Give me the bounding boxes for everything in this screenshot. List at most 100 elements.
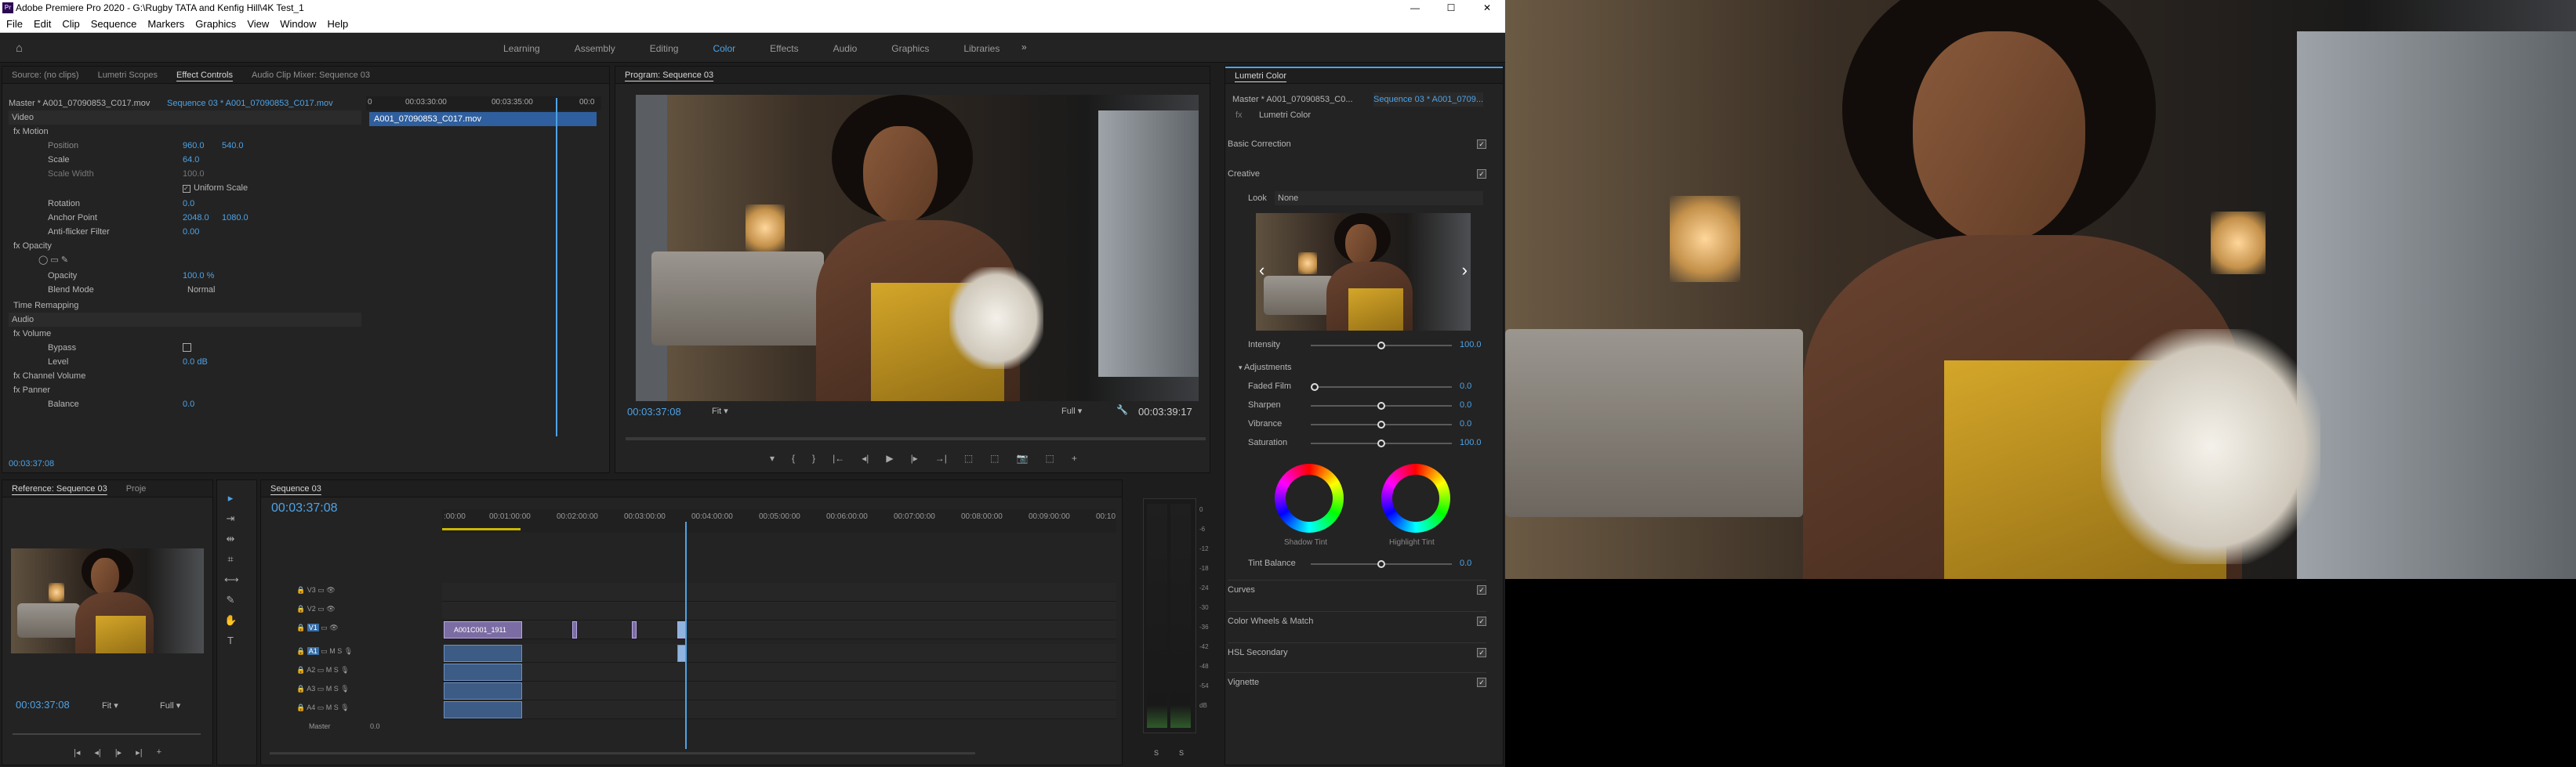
adjustment-value[interactable]: 0.0 (1460, 417, 1471, 431)
track-header-v3[interactable]: 🔒 V3 ▭ 👁 (296, 586, 336, 595)
reference-fit-select[interactable]: Fit ▾ (102, 700, 118, 711)
selection-tool-icon[interactable]: ▸ (224, 492, 237, 505)
shadow-tint-wheel[interactable] (1275, 464, 1344, 533)
reference-go-to-in-button[interactable]: |◂ (74, 747, 80, 758)
scale-value[interactable]: 64.0 (183, 153, 199, 167)
play-button[interactable]: ▶ (886, 453, 893, 464)
look-select[interactable]: None (1275, 191, 1483, 205)
maximize-button[interactable]: ☐ (1433, 0, 1469, 16)
curves-checkbox[interactable]: ✓ (1477, 585, 1486, 595)
section-vignette[interactable]: Vignette ✓ (1228, 672, 1486, 691)
timeline-video-clip-small[interactable] (572, 621, 577, 639)
razor-tool-icon[interactable]: ⌗ (224, 553, 237, 566)
menu-markers[interactable]: Markers (147, 18, 184, 30)
workspace-learning[interactable]: Learning (486, 43, 557, 54)
ripple-edit-tool-icon[interactable]: ⇹ (224, 533, 237, 545)
program-fit-select[interactable]: Fit ▾ (712, 406, 728, 416)
add-marker-button[interactable]: ▾ (770, 453, 775, 464)
timeline-video-clip[interactable]: A001C001_1911 (444, 621, 522, 639)
intensity-value[interactable]: 100.0 (1460, 338, 1482, 352)
intensity-slider-knob[interactable] (1377, 342, 1385, 349)
timeline-audio-clip[interactable] (444, 645, 522, 662)
balance-value[interactable]: 0.0 (183, 397, 194, 411)
menu-file[interactable]: File (6, 18, 23, 30)
position-x-value[interactable]: 960.0 (183, 139, 205, 153)
track-a3[interactable] (442, 682, 1116, 700)
tab-effect-controls[interactable]: Effect Controls (167, 71, 242, 80)
effect-time-remapping[interactable]: Time Remapping (13, 298, 78, 313)
anchor-x-value[interactable]: 2048.0 (183, 211, 209, 225)
tab-program-sequence[interactable]: Program: Sequence 03 (615, 71, 723, 80)
adjustment-slider[interactable] (1311, 440, 1452, 447)
section-color-wheels[interactable]: Color Wheels & Match ✓ (1228, 611, 1486, 630)
blend-mode-select[interactable]: Normal (187, 283, 289, 297)
reference-timecode[interactable]: 00:03:37:08 (16, 699, 70, 711)
menu-window[interactable]: Window (280, 18, 316, 30)
track-v3[interactable] (442, 583, 1116, 602)
tab-lumetri-color[interactable]: Lumetri Color (1225, 71, 1296, 81)
section-basic-correction[interactable]: Basic Correction ✓ (1228, 135, 1486, 154)
uniform-scale-checkbox[interactable]: ✓ Uniform Scale (183, 181, 248, 195)
effect-controls-timecode[interactable]: 00:03:37:08 (9, 457, 54, 471)
menu-graphics[interactable]: Graphics (195, 18, 236, 30)
slip-tool-icon[interactable]: ⟷ (224, 573, 239, 586)
mask-tools[interactable]: ◯ ▭ ✎ (38, 253, 68, 267)
menu-view[interactable]: View (247, 18, 269, 30)
wrench-icon[interactable]: 🔧 (1116, 404, 1128, 415)
tab-timeline-sequence[interactable]: Sequence 03 (261, 484, 331, 494)
mark-in-button[interactable]: { (792, 453, 795, 464)
step-back-button[interactable]: ◂| (862, 453, 869, 464)
bypass-checkbox[interactable] (183, 343, 191, 352)
track-header-a2[interactable]: 🔒 A2 ▭ M S 🎙 (296, 666, 350, 675)
step-forward-button[interactable]: |▸ (911, 453, 918, 464)
opacity-value[interactable]: 100.0 % (183, 269, 214, 283)
highlight-tint-wheel[interactable] (1381, 464, 1450, 533)
tab-source[interactable]: Source: (no clips) (2, 71, 89, 80)
timeline-timecode[interactable]: 00:03:37:08 (271, 501, 338, 516)
menu-sequence[interactable]: Sequence (91, 18, 137, 30)
tint-balance-value[interactable]: 0.0 (1460, 556, 1471, 570)
more-workspaces-icon[interactable]: » (1021, 42, 1027, 52)
position-y-value[interactable]: 540.0 (222, 139, 244, 153)
timeline-audio-clip[interactable] (444, 664, 522, 681)
meter-solo-left[interactable]: S (1154, 749, 1159, 757)
adjustment-slider-knob[interactable] (1311, 383, 1319, 391)
effect-motion[interactable]: fx Motion (13, 125, 49, 139)
track-a4[interactable] (442, 700, 1116, 719)
workspace-editing[interactable]: Editing (633, 43, 696, 54)
lumetri-sequence-label[interactable]: Sequence 03 * A001_0709... (1373, 92, 1484, 107)
effect-controls-clip-bar[interactable]: A001_07090853_C017.mov (369, 112, 597, 126)
tab-reference[interactable]: Reference: Sequence 03 (2, 484, 117, 494)
track-header-a4[interactable]: 🔒 A4 ▭ M S 🎙 (296, 704, 350, 712)
adjustment-slider-knob[interactable] (1377, 402, 1385, 410)
look-preview-thumbnail[interactable]: › ‹ (1256, 213, 1471, 331)
color-wheels-checkbox[interactable]: ✓ (1477, 617, 1486, 626)
master-track-value[interactable]: 0.0 (370, 722, 380, 730)
lift-button[interactable]: ⬚ (964, 453, 973, 464)
tab-lumetri-scopes[interactable]: Lumetri Scopes (89, 71, 167, 80)
meter-solo-right[interactable]: S (1179, 749, 1184, 757)
timeline-audio-clip[interactable] (444, 701, 522, 718)
next-look-icon[interactable]: › (1462, 260, 1468, 280)
reference-scrubber[interactable] (13, 733, 201, 735)
workspace-assembly[interactable]: Assembly (557, 43, 633, 54)
lumetri-effect-select[interactable]: Lumetri Color (1259, 108, 1455, 122)
effect-channel-volume[interactable]: fx Channel Volume (13, 369, 85, 383)
sequence-clip-selector[interactable]: Sequence 03 * A001_07090853_C017.mov (167, 96, 333, 110)
track-v1[interactable] (442, 620, 1116, 639)
intensity-slider[interactable] (1311, 342, 1452, 349)
track-a2[interactable] (442, 663, 1116, 682)
effect-panner[interactable]: fx Panner (13, 383, 50, 397)
reference-go-to-out-button[interactable]: ▸| (136, 747, 142, 758)
minimize-button[interactable]: — (1397, 0, 1433, 16)
track-header-v1[interactable]: 🔒 V1 ▭ 👁 (296, 624, 339, 632)
tab-audio-clip-mixer[interactable]: Audio Clip Mixer: Sequence 03 (242, 71, 379, 80)
vignette-checkbox[interactable]: ✓ (1477, 678, 1486, 687)
reference-step-forward-button[interactable]: |▸ (115, 747, 122, 758)
timeline-video-clip-small[interactable] (632, 621, 637, 639)
rotation-value[interactable]: 0.0 (183, 197, 194, 211)
track-header-v2[interactable]: 🔒 V2 ▭ 👁 (296, 605, 336, 613)
adjustment-value[interactable]: 0.0 (1460, 398, 1471, 412)
adjustments-header[interactable]: ▾ Adjustments (1239, 360, 1292, 374)
home-icon[interactable]: ⌂ (16, 42, 30, 55)
